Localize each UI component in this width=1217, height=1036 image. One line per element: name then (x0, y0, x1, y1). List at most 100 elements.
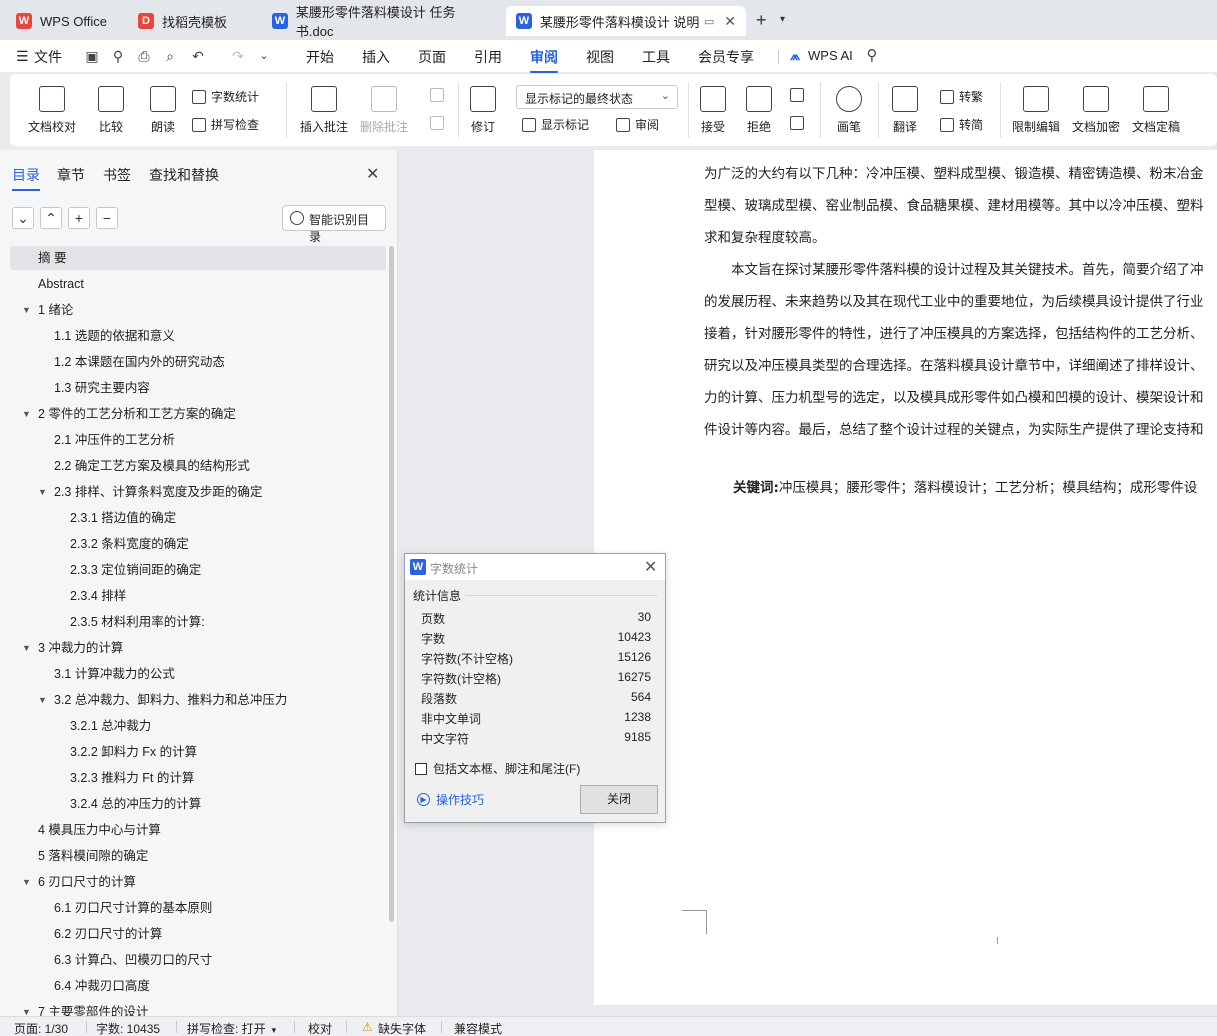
toc-item[interactable]: 2.3.3 定位销间距的确定 (10, 558, 386, 582)
toc-item[interactable]: ▼ 3.2 总冲裁力、卸料力、推料力和总冲压力 (10, 688, 386, 712)
toc-scrollbar[interactable] (389, 246, 394, 922)
chevron-down-icon[interactable]: ▾ (780, 14, 785, 25)
save-icon[interactable]: ▣ (84, 48, 100, 64)
collapse-up-button[interactable]: ⌃ (40, 207, 62, 229)
menu-page[interactable]: 页面 (418, 47, 446, 67)
menu-tools[interactable]: 工具 (642, 47, 670, 67)
toc-item[interactable]: 3.2.3 推料力 Ft 的计算 (10, 766, 386, 790)
toc-item[interactable]: 3.1 计算冲裁力的公式 (10, 662, 386, 686)
finalize-button[interactable]: 文档定稿 (1132, 86, 1180, 135)
include-notes-checkbox[interactable]: 包括文本框、脚注和尾注(F) (415, 760, 580, 777)
expand-arrow-icon[interactable]: ▼ (22, 1000, 31, 1016)
search-icon[interactable]: ⚲ (864, 48, 880, 64)
menu-wps-ai[interactable]: WPS AI (808, 48, 853, 63)
window-icon[interactable]: ▭ (704, 15, 714, 28)
menu-reference[interactable]: 引用 (474, 47, 502, 67)
add-heading-button[interactable]: + (68, 207, 90, 229)
markup-state-select[interactable]: 显示标记的最终状态 ⌄ (516, 85, 678, 109)
nav-tab-find-replace[interactable]: 查找和替换 (149, 165, 219, 185)
toc-item[interactable]: ▼ 7 主要零部件的设计 (10, 1000, 386, 1016)
tab-docer[interactable]: D 找稻壳模板 (128, 6, 258, 36)
nav-tab-toc[interactable]: 目录 (12, 165, 40, 191)
restrict-edit-button[interactable]: 限制编辑 (1012, 86, 1060, 135)
close-icon[interactable]: ✕ (724, 13, 736, 30)
translate-button[interactable]: 翻译 (892, 86, 918, 135)
status-missing-font[interactable]: 缺失字体 (378, 1020, 426, 1036)
toc-item[interactable]: 6.1 刃口尺寸计算的基本原则 (10, 896, 386, 920)
share-icon[interactable]: ⚲ (110, 48, 126, 64)
toc-item[interactable]: ▼ 3 冲裁力的计算 (10, 636, 386, 660)
toc-item[interactable]: 2.3.5 材料利用率的计算: (10, 610, 386, 634)
show-markup-button[interactable]: 显示标记 (522, 116, 589, 133)
compare-button[interactable]: 比较 (98, 86, 124, 135)
review-pane-button[interactable]: 审阅 (616, 116, 659, 133)
tab-task-doc[interactable]: W 某腰形零件落料模设计 任务书.doc (262, 5, 502, 39)
track-changes-button[interactable]: 修订 (470, 86, 496, 135)
hamburger-icon[interactable]: ☰ (16, 48, 29, 65)
undo-icon[interactable]: ↶ (190, 48, 206, 64)
word-count-button[interactable]: 字数统计 (192, 88, 259, 105)
tab-manual-doc[interactable]: W 某腰形零件落料模设计 说明书 ▭ ✕ (506, 6, 746, 36)
delete-comment-button[interactable]: 删除批注 (360, 86, 408, 135)
status-words[interactable]: 字数: 10435 (96, 1020, 160, 1036)
toc-item[interactable]: 2.3.4 排样 (10, 584, 386, 608)
smart-toc-button[interactable]: 智能识别目录 (282, 205, 386, 244)
toc-item[interactable]: Abstract (10, 272, 386, 296)
print-preview-icon[interactable]: ⌕ (162, 48, 178, 64)
toc-item[interactable]: 1.2 本课题在国内外的研究动态 (10, 350, 386, 374)
status-spell[interactable]: 拼写检查: 打开 ▾ (187, 1020, 276, 1036)
menu-insert[interactable]: 插入 (362, 47, 390, 67)
expand-arrow-icon[interactable]: ▼ (22, 402, 31, 426)
toc-item[interactable]: 3.2.2 卸料力 Fx 的计算 (10, 740, 386, 764)
toc-item[interactable]: 2.3.1 搭边值的确定 (10, 506, 386, 530)
close-icon[interactable]: ✕ (366, 164, 379, 184)
insert-comment-button[interactable]: 插入批注 (300, 86, 348, 135)
toc-item[interactable]: 3.2.4 总的冲压力的计算 (10, 792, 386, 816)
expand-arrow-icon[interactable]: ▼ (38, 688, 47, 712)
toc-item[interactable]: 4 模具压力中心与计算 (10, 818, 386, 842)
status-proof[interactable]: 校对 (308, 1020, 332, 1036)
encrypt-button[interactable]: 文档加密 (1072, 86, 1120, 135)
prev-change-icon[interactable] (790, 88, 809, 102)
to-simplified-button[interactable]: 转繁 (940, 88, 983, 105)
prev-comment-icon[interactable] (430, 88, 449, 102)
tab-wps-office[interactable]: W WPS Office (6, 6, 122, 36)
tips-link[interactable]: ▶ 操作技巧 (417, 791, 484, 808)
menu-member[interactable]: 会员专享 (698, 47, 754, 67)
toc-item[interactable]: 2.2 确定工艺方案及模具的结构形式 (10, 454, 386, 478)
nav-tab-bookmarks[interactable]: 书签 (103, 165, 131, 185)
toc-item[interactable]: 6.4 冲裁刃口高度 (10, 974, 386, 998)
toc-item[interactable]: 摘 要 (10, 246, 386, 270)
nav-tab-chapters[interactable]: 章节 (57, 165, 85, 185)
read-aloud-button[interactable]: 朗读 (150, 86, 176, 135)
reject-button[interactable]: 拒绝 (746, 86, 772, 135)
toc-item[interactable]: 2.1 冲压件的工艺分析 (10, 428, 386, 452)
expand-arrow-icon[interactable]: ▼ (22, 298, 31, 322)
expand-arrow-icon[interactable]: ▼ (22, 870, 31, 894)
toc-item[interactable]: 3.2.1 总冲裁力 (10, 714, 386, 738)
pen-button[interactable]: 画笔 (836, 86, 862, 135)
chevron-down-icon[interactable]: ⌄ (256, 48, 272, 64)
close-icon[interactable]: ✕ (644, 557, 657, 577)
spell-check-button[interactable]: 拼写检查 (192, 116, 259, 133)
menu-home[interactable]: 开始 (306, 47, 334, 67)
expand-down-button[interactable]: ⌄ (12, 207, 34, 229)
status-page[interactable]: 页面: 1/30 (14, 1020, 68, 1036)
toc-item[interactable]: 2.3.2 条料宽度的确定 (10, 532, 386, 556)
toc-item[interactable]: 1.3 研究主要内容 (10, 376, 386, 400)
toc-item[interactable]: ▼ 6 刃口尺寸的计算 (10, 870, 386, 894)
menu-review[interactable]: 审阅 (530, 47, 558, 73)
accept-button[interactable]: 接受 (700, 86, 726, 135)
toc-item[interactable]: 5 落料模间隙的确定 (10, 844, 386, 868)
toc-item[interactable]: 1.1 选题的依据和意义 (10, 324, 386, 348)
print-icon[interactable]: ⎙ (136, 48, 152, 64)
toc-item[interactable]: ▼ 1 绪论 (10, 298, 386, 322)
checkbox-box[interactable] (415, 762, 427, 775)
next-comment-icon[interactable] (430, 116, 449, 130)
dialog-close-button[interactable]: 关闭 (580, 785, 658, 814)
toc-item[interactable]: 6.2 刃口尺寸的计算 (10, 922, 386, 946)
new-tab-icon[interactable]: + (756, 10, 767, 31)
doc-proof-button[interactable]: 文档校对 (28, 86, 76, 135)
remove-heading-button[interactable]: − (96, 207, 118, 229)
toc-item[interactable]: ▼ 2 零件的工艺分析和工艺方案的确定 (10, 402, 386, 426)
